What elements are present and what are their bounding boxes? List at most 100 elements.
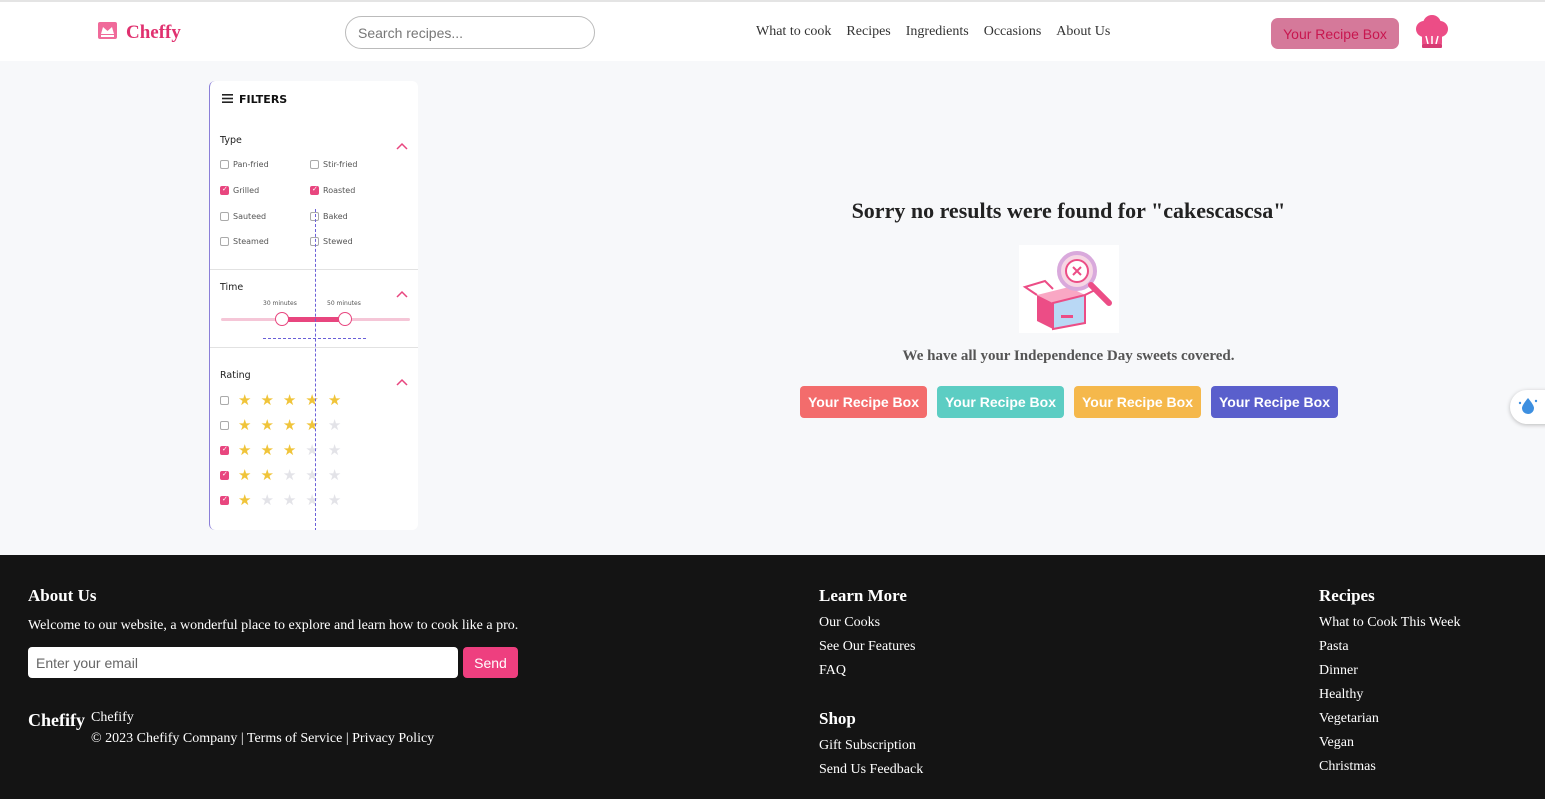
footer-link[interactable]: Send Us Feedback — [819, 758, 923, 782]
star-icon: ★ — [238, 441, 252, 459]
type-option-stewed[interactable]: Stewed — [310, 237, 353, 246]
footer-link[interactable]: Pasta — [1319, 635, 1460, 659]
email-field[interactable] — [28, 647, 458, 678]
footer-link[interactable]: Dinner — [1319, 659, 1460, 683]
star-icon: ★ — [238, 391, 252, 409]
checkbox-checked[interactable] — [310, 185, 319, 195]
chevron-up-icon[interactable] — [396, 283, 408, 302]
star-icon: ★ — [260, 441, 274, 459]
type-option-pan-fried[interactable]: Pan-fried — [220, 160, 269, 169]
checkbox[interactable] — [220, 237, 229, 246]
star-icon: ★ — [238, 416, 252, 434]
star-icon: ★ — [305, 416, 319, 434]
site-footer: About Us Welcome to our website, a wonde… — [0, 555, 1545, 799]
option-label: Sauteed — [233, 212, 267, 221]
time-slider-min-handle[interactable] — [275, 312, 289, 326]
checkbox[interactable] — [220, 212, 229, 221]
nav-recipes[interactable]: Recipes — [846, 24, 890, 40]
no-results-message: Sorry no results were found for "cakesca… — [851, 198, 1286, 223]
footer-about-title: About Us — [28, 586, 97, 605]
main-nav: What to cook Recipes Ingredients Occasio… — [756, 24, 1110, 40]
divider — [210, 347, 418, 348]
floating-action-button[interactable] — [1510, 390, 1545, 424]
footer-link[interactable]: What to Cook This Week — [1319, 611, 1460, 635]
chevron-up-icon[interactable] — [396, 371, 408, 390]
footer-link[interactable]: Vegetarian — [1319, 707, 1460, 731]
option-label: Pan-fried — [233, 160, 269, 169]
star-icon: ★ — [327, 416, 342, 434]
recipe-box-button-purple[interactable]: Your Recipe Box — [1211, 386, 1338, 418]
checkbox-checked[interactable] — [220, 470, 229, 480]
type-option-steamed[interactable]: Steamed — [220, 237, 269, 246]
filters-header: FILTERS — [222, 93, 287, 106]
footer-link[interactable]: Gift Subscription — [819, 734, 923, 758]
star-icon: ★ — [327, 391, 342, 409]
rating-option-1[interactable]: ★ ★ ★ ★ ★ — [220, 493, 341, 508]
checkbox[interactable] — [310, 160, 319, 169]
star-icon: ★ — [282, 391, 297, 409]
top-header: Cheffy What to cook Recipes Ingredients … — [0, 0, 1545, 61]
time-slider-max-handle[interactable] — [338, 312, 352, 326]
nav-ingredients[interactable]: Ingredients — [906, 24, 969, 40]
star-icon: ★ — [305, 391, 319, 409]
recipe-box-button-red[interactable]: Your Recipe Box — [800, 386, 927, 418]
type-option-sauteed[interactable]: Sauteed — [220, 212, 266, 221]
footer-link[interactable]: Our Cooks — [819, 611, 915, 635]
star-icon: ★ — [282, 491, 297, 509]
footer-link[interactable]: Healthy — [1319, 683, 1460, 707]
footer-link[interactable]: Christmas — [1319, 755, 1460, 779]
time-min-label: 30 minutes — [263, 300, 297, 307]
time-slider-range — [282, 317, 345, 322]
time-section-title: Time — [220, 282, 244, 293]
recipe-box-button-yellow[interactable]: Your Recipe Box — [1074, 386, 1201, 418]
type-option-stir-fried[interactable]: Stir-fried — [310, 160, 357, 169]
water-drop-icon — [1517, 396, 1539, 419]
search-input[interactable] — [345, 16, 595, 49]
rating-option-3[interactable]: ★ ★ ★ ★ ★ — [220, 443, 341, 458]
recipe-box-button-teal[interactable]: Your Recipe Box — [937, 386, 1064, 418]
star-icon: ★ — [327, 466, 342, 484]
chevron-up-icon[interactable] — [396, 135, 408, 154]
star-icon: ★ — [260, 466, 274, 484]
option-label: Steamed — [233, 237, 269, 246]
checkbox[interactable] — [220, 160, 229, 169]
checkbox-checked[interactable] — [220, 185, 229, 195]
logo-chef-icon — [97, 21, 118, 45]
divider — [210, 269, 418, 270]
your-recipe-box-button[interactable]: Your Recipe Box — [1271, 18, 1399, 49]
footer-link[interactable]: Vegan — [1319, 731, 1460, 755]
recipe-box-buttons: Your Recipe Box Your Recipe Box Your Rec… — [800, 386, 1338, 418]
logo[interactable]: Cheffy — [97, 21, 181, 45]
option-label: Baked — [323, 212, 348, 221]
type-option-roasted[interactable]: Roasted — [310, 185, 355, 195]
checkbox[interactable] — [220, 421, 229, 430]
nav-what-to-cook[interactable]: What to cook — [756, 24, 831, 40]
menu-icon — [222, 93, 233, 106]
type-option-grilled[interactable]: Grilled — [220, 185, 260, 195]
footer-about-text: Welcome to our website, a wonderful plac… — [28, 618, 519, 633]
chef-hat-icon[interactable] — [1413, 15, 1451, 56]
footer-link[interactable]: See Our Features — [819, 635, 915, 659]
nav-about-us[interactable]: About Us — [1056, 24, 1110, 40]
time-max-label: 50 minutes — [327, 300, 361, 307]
checkbox-checked[interactable] — [220, 445, 229, 455]
rating-section-title: Rating — [220, 370, 251, 381]
option-label: Grilled — [233, 186, 260, 195]
footer-shop-list: Gift Subscription Send Us Feedback — [819, 734, 923, 782]
filters-title: FILTERS — [239, 93, 288, 106]
rating-option-5[interactable]: ★ ★ ★ ★ ★ — [220, 393, 341, 408]
checkbox[interactable] — [220, 396, 229, 405]
checkbox-checked[interactable] — [220, 495, 229, 505]
star-icon: ★ — [305, 491, 319, 509]
footer-copyright: © 2023 Chefify Company | Terms of Servic… — [91, 731, 435, 746]
star-icon: ★ — [238, 466, 252, 484]
nav-occasions[interactable]: Occasions — [984, 24, 1042, 40]
star-icon: ★ — [238, 491, 252, 509]
footer-link[interactable]: FAQ — [819, 659, 915, 683]
rating-option-4[interactable]: ★ ★ ★ ★ ★ — [220, 418, 341, 433]
send-button[interactable]: Send — [463, 647, 518, 678]
filters-panel: FILTERS Type Pan-fried Stir-fried Grille… — [209, 81, 418, 530]
rating-option-2[interactable]: ★ ★ ★ ★ ★ — [220, 468, 341, 483]
footer-recipes-list: What to Cook This Week Pasta Dinner Heal… — [1319, 611, 1460, 779]
footer-recipes-title: Recipes — [1319, 586, 1375, 605]
